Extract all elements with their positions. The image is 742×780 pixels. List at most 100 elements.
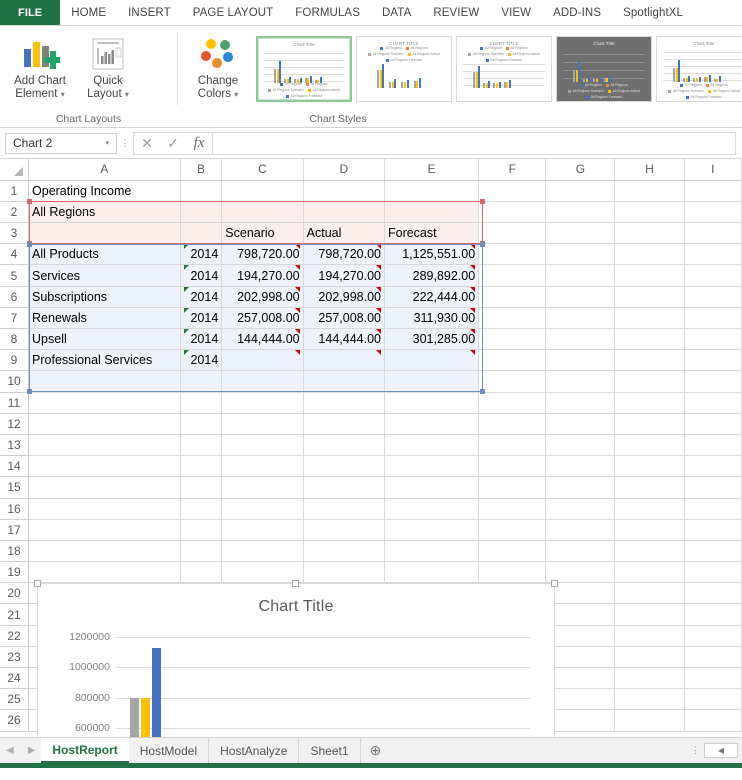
cell-i25[interactable] — [684, 688, 742, 711]
cell-b18[interactable] — [180, 540, 223, 563]
chart-resize-handle-n[interactable] — [292, 580, 299, 587]
cell-i6[interactable] — [684, 286, 742, 308]
cell-b8[interactable]: 2014 — [180, 328, 223, 351]
change-colors-button[interactable]: Change Colors ▾ — [184, 30, 252, 101]
cell-h19[interactable] — [614, 561, 685, 584]
column-header-i[interactable]: I — [684, 159, 742, 181]
cell-g11[interactable] — [545, 392, 616, 414]
cell-d4[interactable]: 798,720.00 — [303, 243, 385, 266]
row-header-1[interactable]: 1 — [0, 180, 30, 202]
ribbon-tab-home[interactable]: HOME — [60, 0, 117, 25]
cell-d8[interactable]: 144,444.00 — [303, 328, 385, 351]
cell-i15[interactable] — [684, 476, 742, 499]
cell-g8[interactable] — [545, 328, 616, 351]
cell-e18[interactable] — [384, 540, 480, 563]
cell-h7[interactable] — [614, 307, 685, 330]
cell-g10[interactable] — [545, 370, 616, 393]
cell-e2[interactable] — [384, 201, 480, 224]
row-header-11[interactable]: 11 — [0, 392, 30, 414]
cell-b5[interactable]: 2014 — [180, 264, 223, 287]
row-header-25[interactable]: 25 — [0, 688, 30, 711]
cell-i19[interactable] — [684, 561, 742, 584]
row-header-26[interactable]: 26 — [0, 709, 30, 732]
cell-b9[interactable]: 2014 — [180, 349, 223, 372]
cell-d15[interactable] — [303, 476, 385, 499]
cell-a6[interactable]: Subscriptions — [28, 286, 181, 308]
cell-h9[interactable] — [614, 349, 685, 372]
cell-h6[interactable] — [614, 286, 685, 308]
cell-a12[interactable] — [28, 413, 181, 435]
cell-i22[interactable] — [684, 625, 742, 647]
cell-c7[interactable]: 257,008.00 — [221, 307, 304, 330]
cell-f17[interactable] — [478, 519, 547, 541]
column-header-g[interactable]: G — [545, 159, 616, 181]
cell-h22[interactable] — [614, 625, 685, 647]
cell-i8[interactable] — [684, 328, 742, 351]
cell-d17[interactable] — [303, 519, 385, 541]
cell-a9[interactable]: Professional Services — [28, 349, 181, 372]
cell-h13[interactable] — [614, 434, 685, 457]
row-header-8[interactable]: 8 — [0, 328, 30, 351]
cell-e3[interactable]: Forecast — [384, 222, 480, 245]
cell-f2[interactable] — [478, 201, 547, 224]
chart-style-thumb-3[interactable]: CHART TITLE All Regions All Regions All … — [456, 36, 552, 102]
cell-g14[interactable] — [545, 455, 616, 478]
row-header-16[interactable]: 16 — [0, 498, 30, 520]
row-header-4[interactable]: 4 — [0, 243, 30, 266]
cell-d19[interactable] — [303, 561, 385, 584]
chevron-down-icon[interactable]: ▾ — [61, 90, 65, 99]
chart-object[interactable]: Chart Title 1200000 1000000 800000 60000… — [34, 580, 558, 737]
ribbon-tab-data[interactable]: DATA — [371, 0, 422, 25]
cell-f4[interactable] — [478, 243, 547, 266]
cell-f11[interactable] — [478, 392, 547, 414]
cell-h11[interactable] — [614, 392, 685, 414]
ribbon-tab-file[interactable]: FILE — [0, 0, 61, 25]
row-header-12[interactable]: 12 — [0, 413, 30, 435]
cell-g23[interactable] — [545, 646, 616, 669]
chart-style-thumb-5[interactable]: Chart Title All Regions All Regions All … — [656, 36, 742, 102]
row-header-2[interactable]: 2 — [0, 201, 30, 224]
cell-a19[interactable] — [28, 561, 181, 584]
cell-b15[interactable] — [180, 476, 223, 499]
row-header-21[interactable]: 21 — [0, 603, 30, 626]
cell-c5[interactable]: 194,270.00 — [221, 264, 304, 287]
ribbon-tab-review[interactable]: REVIEW — [422, 0, 490, 25]
cell-b19[interactable] — [180, 561, 223, 584]
cell-a3[interactable] — [28, 222, 181, 245]
cell-a8[interactable]: Upsell — [28, 328, 181, 351]
spreadsheet-grid[interactable]: A B C D E F G H I 1 Operating Income 2 A… — [0, 159, 742, 737]
cell-i7[interactable] — [684, 307, 742, 330]
cell-g12[interactable] — [545, 413, 616, 435]
cell-c17[interactable] — [221, 519, 304, 541]
sheet-tab-sheet1[interactable]: Sheet1 — [299, 738, 361, 763]
ribbon-tab-formulas[interactable]: FORMULAS — [284, 0, 371, 25]
cell-c9[interactable] — [221, 349, 304, 372]
cell-g15[interactable] — [545, 476, 616, 499]
cell-h16[interactable] — [614, 498, 685, 520]
row-header-19[interactable]: 19 — [0, 561, 30, 584]
select-all-corner[interactable] — [0, 159, 30, 181]
horizontal-scroll-area[interactable]: ⋮ ◀ — [691, 738, 742, 763]
next-sheet-icon[interactable]: ▶ — [28, 745, 36, 756]
quick-layout-button[interactable]: Quick Layout ▾ — [74, 30, 142, 101]
cell-g6[interactable] — [545, 286, 616, 308]
cell-i3[interactable] — [684, 222, 742, 245]
cell-g26[interactable] — [545, 709, 616, 732]
row-header-14[interactable]: 14 — [0, 455, 30, 478]
column-header-f[interactable]: F — [478, 159, 547, 181]
cell-f6[interactable] — [478, 286, 547, 308]
cell-a15[interactable] — [28, 476, 181, 499]
cell-d9[interactable] — [303, 349, 385, 372]
cell-h25[interactable] — [614, 688, 685, 711]
cell-g1[interactable] — [545, 180, 616, 202]
cell-c13[interactable] — [221, 434, 304, 457]
cell-h15[interactable] — [614, 476, 685, 499]
cell-f10[interactable] — [478, 370, 547, 393]
cell-d16[interactable] — [303, 498, 385, 520]
row-header-15[interactable]: 15 — [0, 476, 30, 499]
cell-e9[interactable] — [384, 349, 480, 372]
cell-h5[interactable] — [614, 264, 685, 287]
chart-style-thumb-2[interactable]: CHART TITLE All Regions All Regions All … — [356, 36, 452, 102]
cell-c19[interactable] — [221, 561, 304, 584]
cell-e5[interactable]: 289,892.00 — [384, 264, 480, 287]
